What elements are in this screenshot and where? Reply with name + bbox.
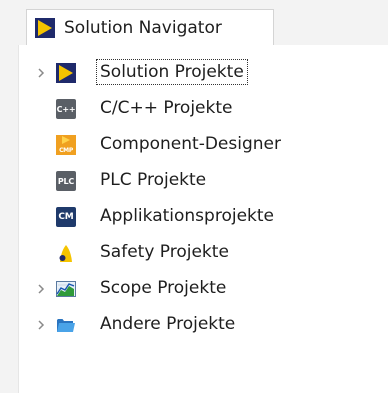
chevron-right-icon[interactable] [35,67,47,79]
project-tree: Solution Projekte C++ C/C++ Projekte CMP… [18,45,388,393]
tree-item-label: Safety Projekte [100,242,229,262]
tree-item-component-designer[interactable]: CMP Component-Designer [19,127,388,163]
chevron-right-icon[interactable] [35,283,47,295]
tree-item-cpp-projects[interactable]: C++ C/C++ Projekte [19,91,388,127]
plc-projects-icon: PLC [56,171,76,191]
chevron-right-icon[interactable] [35,319,47,331]
tree-item-plc-projects[interactable]: PLC PLC Projekte [19,163,388,199]
scope-projects-icon [56,281,76,297]
tree-item-label: C/C++ Projekte [100,98,233,118]
tree-item-application-projects[interactable]: CM Applikationsprojekte [19,199,388,235]
tree-item-scope-projects[interactable]: Scope Projekte [19,271,388,307]
solution-projects-icon [56,63,76,83]
tree-item-label: Andere Projekte [100,314,236,334]
tree-item-solution-projects[interactable]: Solution Projekte [19,55,388,91]
cpp-projects-icon: C++ [56,99,76,119]
tree-item-safety-projects[interactable]: Safety Projekte [19,235,388,271]
tree-item-label: Applikationsprojekte [100,206,275,226]
application-projects-icon: CM [56,207,76,227]
tree-item-label: Scope Projekte [100,278,227,298]
other-projects-icon [57,319,75,332]
tree-item-label: Component-Designer [100,134,281,154]
tree-item-label: Solution Projekte [96,59,248,85]
tree-item-other-projects[interactable]: Andere Projekte [19,307,388,343]
component-designer-icon: CMP [56,135,76,155]
solution-navigator-icon [35,18,55,38]
safety-projects-icon [59,245,72,262]
tab-label: Solution Navigator [64,18,222,38]
solution-navigator-panel: Solution Navigator Solution Projekte C++… [0,0,388,393]
tree-item-label: PLC Projekte [100,170,207,190]
tab-solution-navigator[interactable]: Solution Navigator [26,9,274,46]
